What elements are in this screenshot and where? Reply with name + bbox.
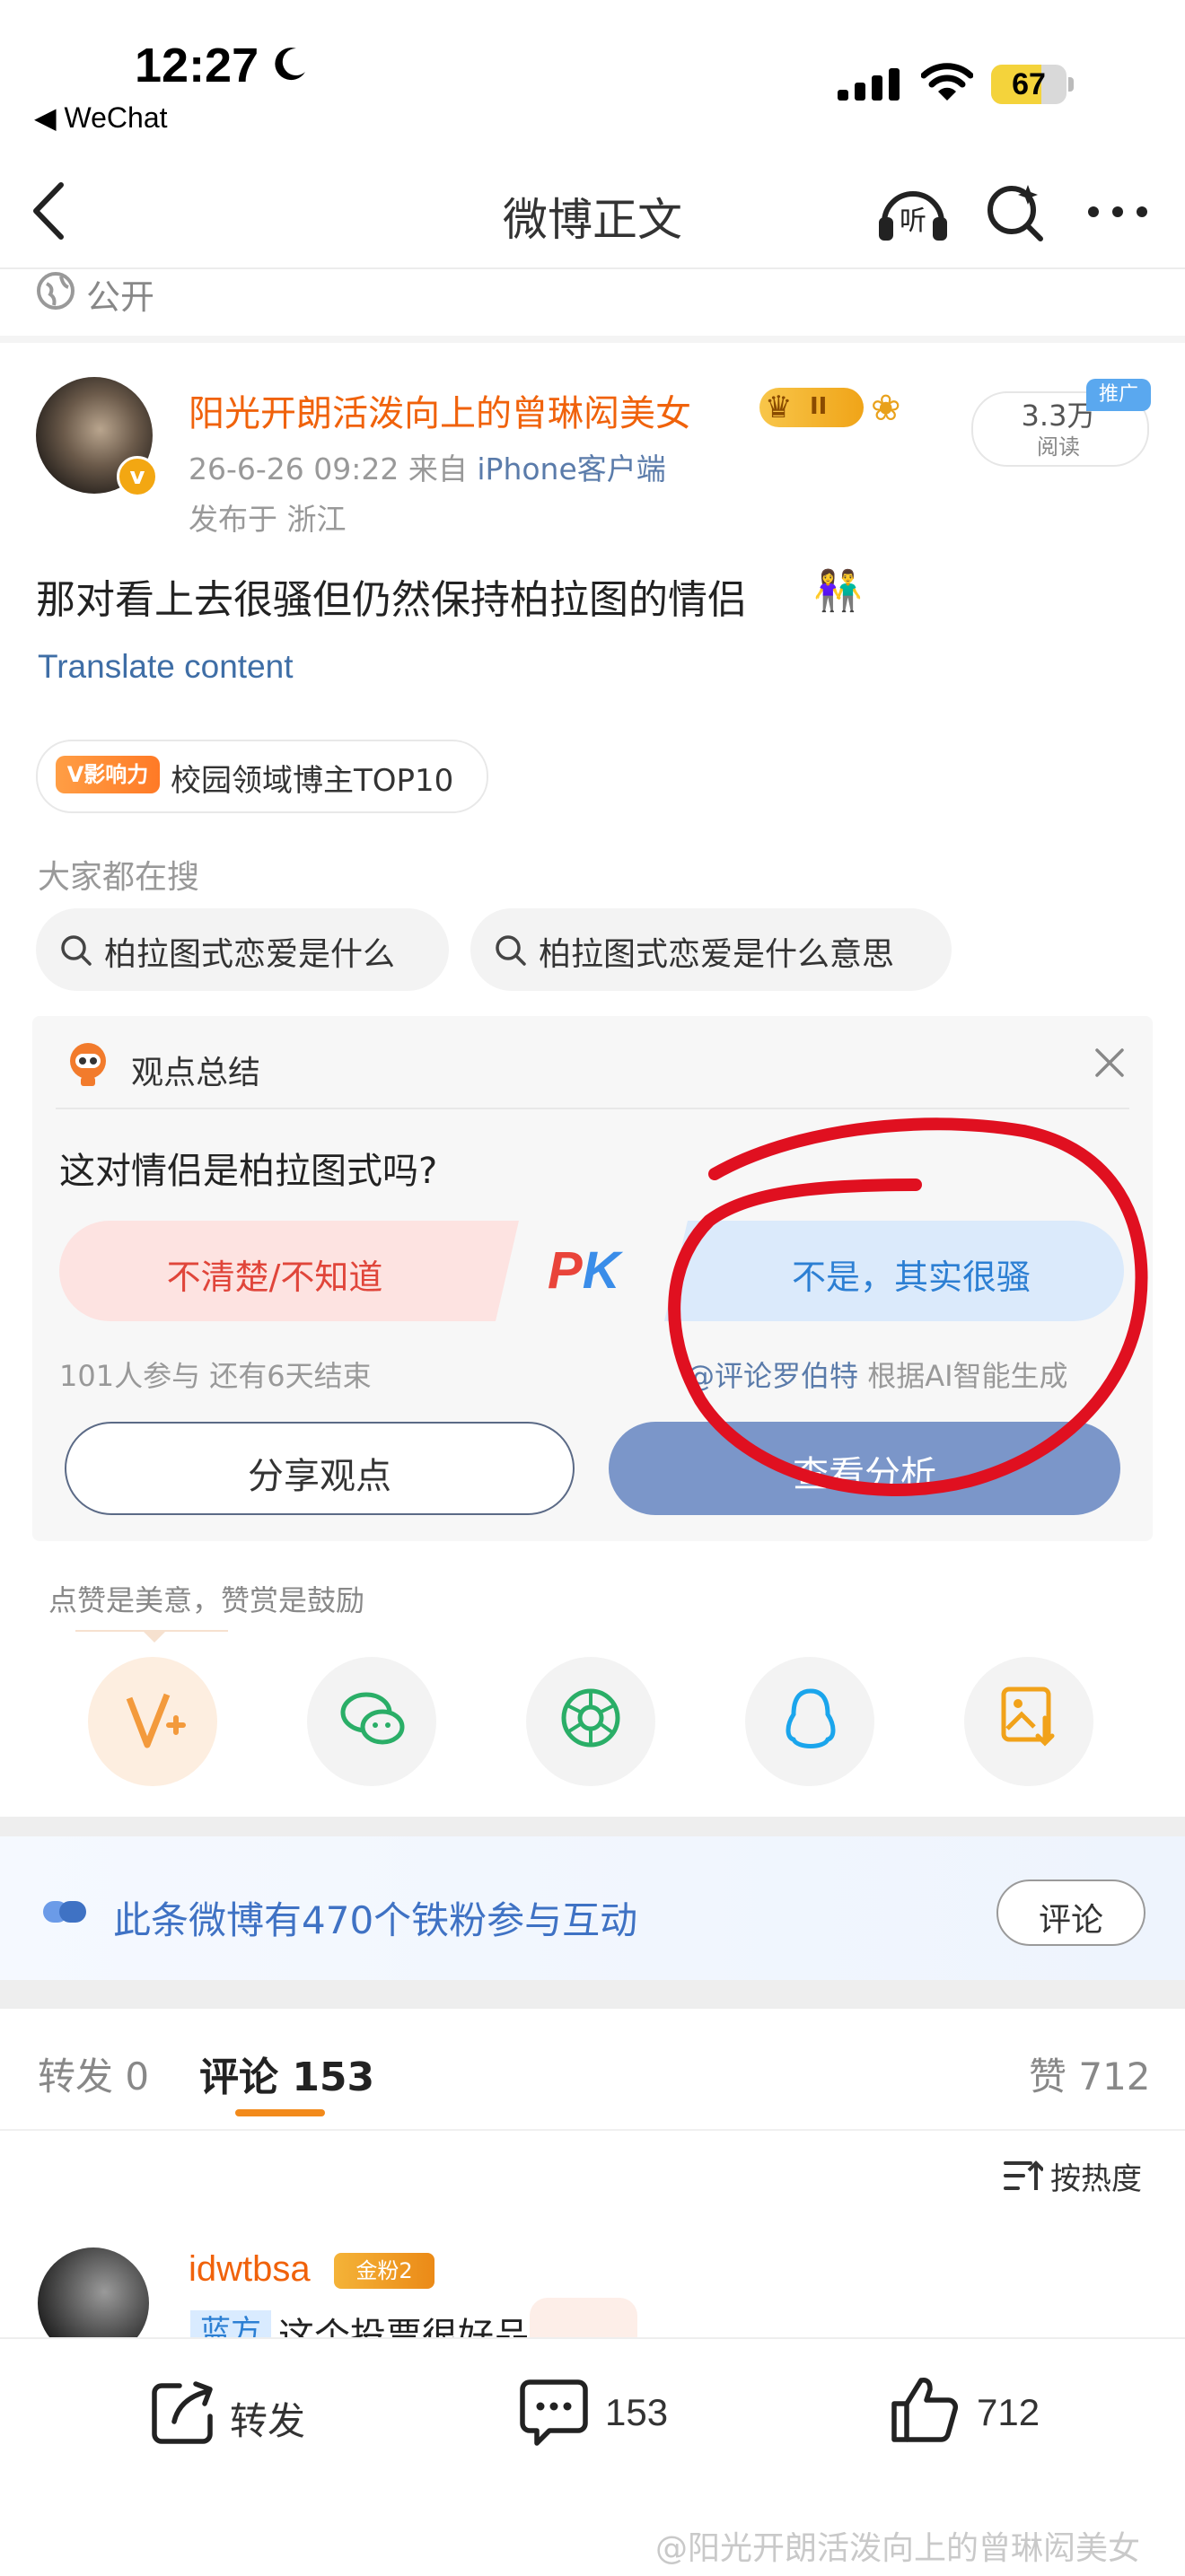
- wifi-icon: [921, 63, 973, 102]
- flower-badge-icon[interactable]: ❀: [871, 388, 901, 429]
- translate-link[interactable]: Translate content: [38, 648, 294, 686]
- globe-icon: [36, 271, 75, 311]
- poll-stats: 101人参与 还有6天结束: [59, 1359, 372, 1393]
- tab-comments[interactable]: 评论 153: [199, 2045, 374, 2102]
- visibility-label: 公开: [86, 277, 155, 317]
- comment-bubble-icon[interactable]: [519, 2377, 589, 2449]
- signal-icon: [838, 68, 900, 101]
- poll-option-left-label: 不清楚/不知道: [166, 1257, 383, 1297]
- listen-headphones-icon[interactable]: 听: [875, 178, 951, 244]
- trending-pill-2-label: 柏拉图式恋爱是什么意思: [539, 936, 895, 973]
- commenter-name[interactable]: idwtbsa: [189, 2249, 311, 2290]
- verified-badge-icon: v: [117, 456, 158, 497]
- save-image-icon: [1000, 1686, 1059, 1748]
- red-circle-annotation: [646, 1095, 1149, 1508]
- crown-icon: ♛: [765, 390, 793, 425]
- active-tab-indicator: [235, 2109, 325, 2116]
- status-time: 12:27: [135, 39, 259, 92]
- post-source[interactable]: iPhone客户端: [477, 451, 665, 486]
- gold-fan-badge: 金粉2: [334, 2253, 434, 2289]
- moments-aperture-icon: [558, 1686, 623, 1750]
- influence-label: 校园领域博主TOP10: [171, 763, 454, 799]
- close-icon[interactable]: [1093, 1047, 1126, 1079]
- comment-count[interactable]: 153: [605, 2391, 668, 2434]
- pk-p: P: [548, 1241, 583, 1300]
- crown-level: II: [810, 393, 828, 420]
- fans-pill-icon: [41, 1897, 88, 1926]
- like-hint: 点赞是美意，赞赏是鼓励: [48, 1583, 365, 1617]
- watermark: @阳光开朗活泼向上的曾琳闳美女: [655, 2530, 1141, 2567]
- author-name[interactable]: 阳光开朗活泼向上的曾琳闳美女: [189, 384, 691, 436]
- wechat-icon: [339, 1686, 408, 1754]
- sort-by-hot[interactable]: 按热度: [1050, 2154, 1142, 2198]
- tabs-divider: [0, 2129, 1185, 2131]
- section-gap: [0, 1817, 1185, 1836]
- post-meta: 26-6-26 09:22 来自 iPhone客户端: [189, 445, 666, 488]
- poll-question: 这对情侣是柏拉图式吗?: [59, 1151, 438, 1192]
- reward-v-icon: [122, 1686, 187, 1757]
- search-icon: [494, 933, 528, 968]
- svg-text:听: 听: [900, 206, 926, 237]
- battery-level: 67: [1012, 67, 1046, 101]
- nav-divider: [0, 267, 1185, 269]
- reads-label: 阅读: [1037, 434, 1080, 460]
- robot-mascot-icon: [63, 1038, 113, 1088]
- pk-label: PK: [548, 1240, 620, 1301]
- couple-emoji: 👫: [813, 568, 863, 614]
- battery-indicator: 67: [991, 65, 1074, 104]
- moon-icon: [269, 45, 309, 84]
- post-time: 26-6-26 09:22 来自: [189, 451, 468, 486]
- like-count[interactable]: 712: [977, 2391, 1040, 2434]
- poll-card-title: 观点总结: [131, 1055, 261, 1091]
- sort-icon[interactable]: [1004, 2158, 1043, 2194]
- back-to-wechat[interactable]: ◀ WeChat: [34, 101, 168, 135]
- repost-label[interactable]: 转发: [230, 2391, 305, 2446]
- section-gap: [0, 336, 1185, 343]
- fans-comment-label: 评论: [1038, 1902, 1103, 1939]
- member-crown-badge[interactable]: ♛ II: [759, 388, 864, 427]
- search-icon: [59, 933, 93, 968]
- section-gap: [0, 1980, 1185, 2009]
- tab-reposts[interactable]: 转发 0: [38, 2046, 149, 2101]
- share-opinion-label: 分享观点: [248, 1456, 391, 1497]
- trending-pill-1-label: 柏拉图式恋爱是什么: [104, 936, 396, 973]
- ai-search-icon[interactable]: [983, 180, 1048, 244]
- hint-caret: [142, 1630, 167, 1643]
- tab-likes[interactable]: 赞 712: [1029, 2046, 1151, 2101]
- repost-icon[interactable]: [149, 2379, 217, 2447]
- fans-text: 此条微博有470个铁粉参与互动: [113, 1898, 638, 1942]
- post-text: 那对看上去很骚但仍然保持柏拉图的情侣: [36, 577, 747, 623]
- pk-k: K: [582, 1241, 620, 1300]
- more-icon[interactable]: [1086, 205, 1149, 219]
- thumbs-up-icon[interactable]: [889, 2373, 961, 2445]
- qq-penguin-icon: [779, 1686, 842, 1754]
- v-influence-badge: V影响力: [56, 756, 160, 793]
- trending-title: 大家都在搜: [38, 859, 200, 896]
- promoted-tag: 推广: [1086, 379, 1151, 411]
- post-location: 发布于 浙江: [189, 502, 347, 537]
